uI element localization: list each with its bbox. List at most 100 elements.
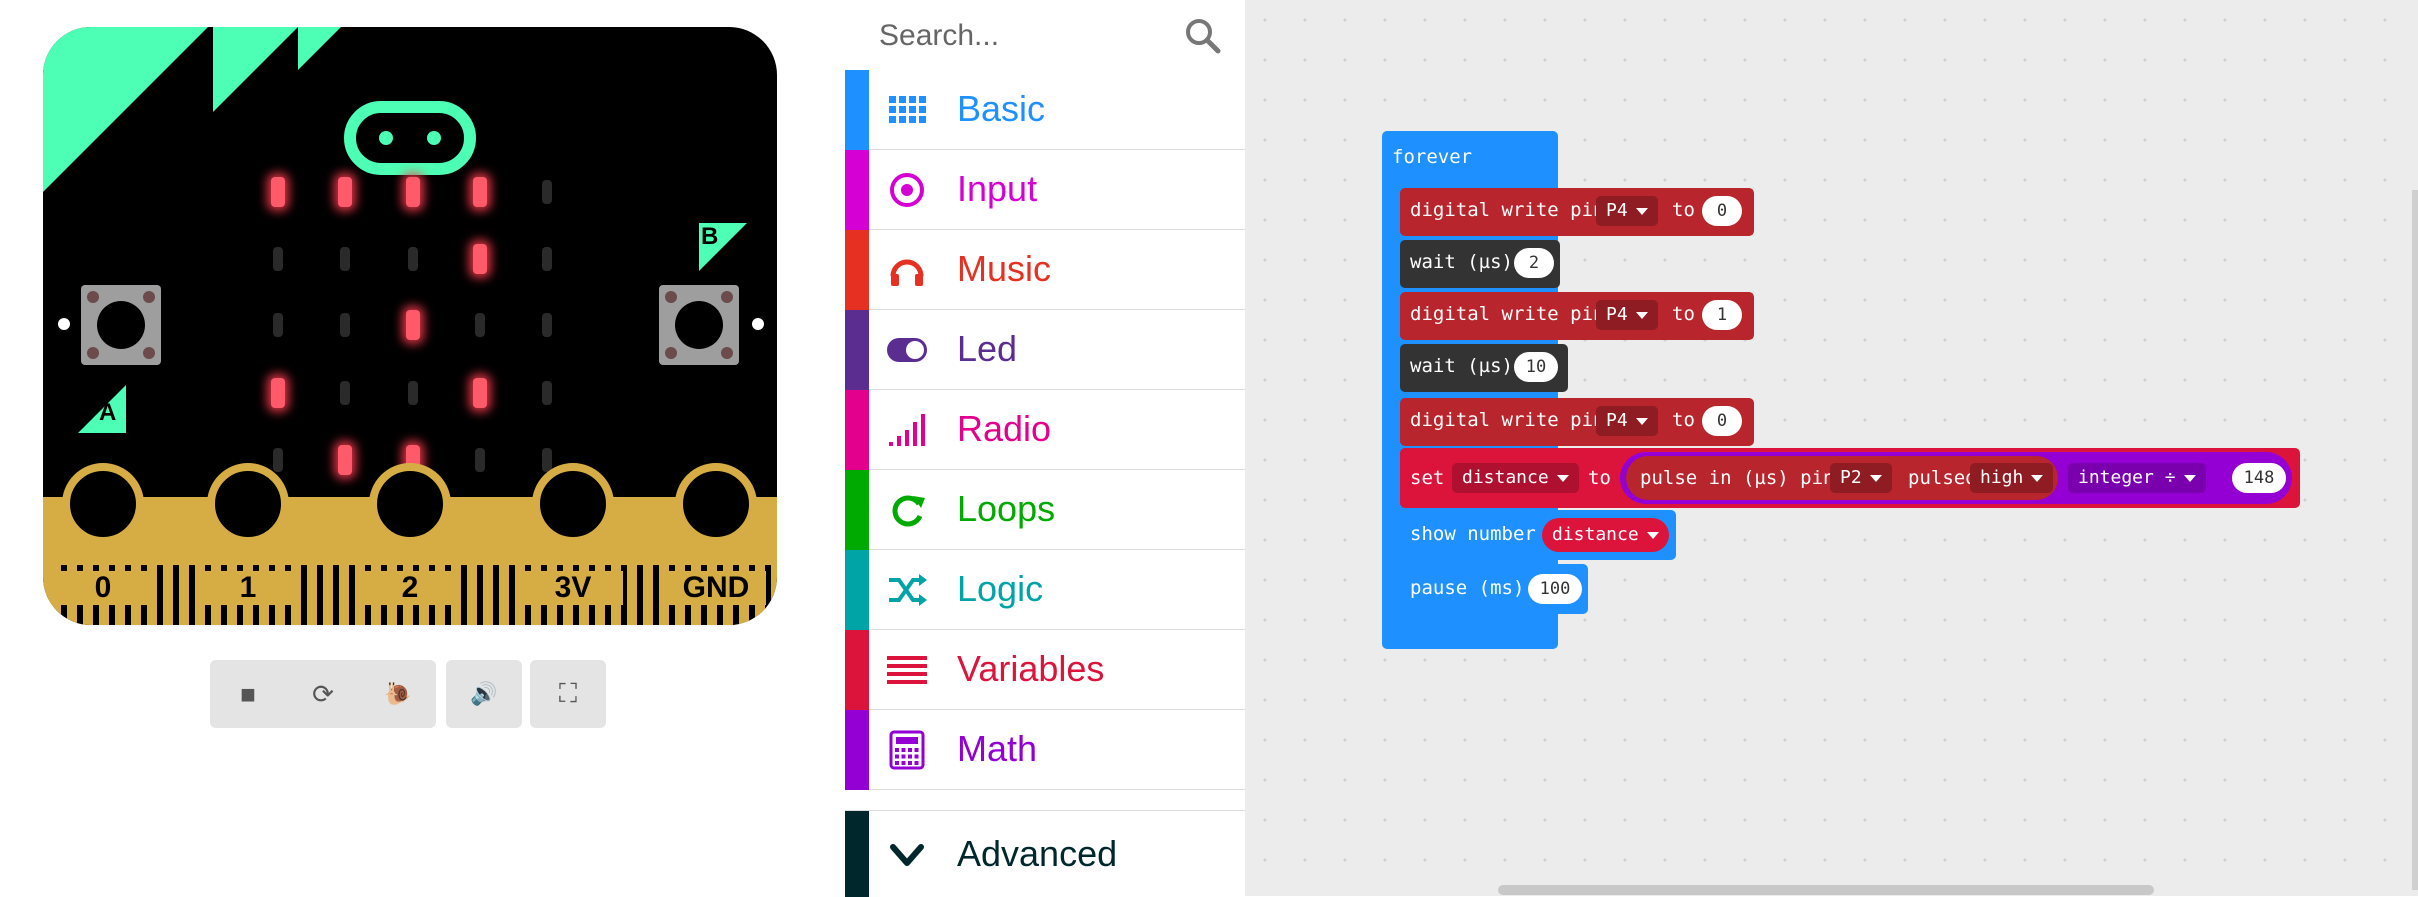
category-label: Loops	[957, 488, 1056, 529]
category-color-bar	[845, 550, 869, 630]
pin-1-hole[interactable]	[207, 463, 289, 545]
divisor-input[interactable]: 148	[2232, 463, 2286, 493]
category-led[interactable]: Led	[845, 310, 1245, 390]
edge-stripe	[493, 565, 499, 625]
stop-button[interactable]: ■	[232, 678, 264, 710]
category-loops[interactable]: Loops	[845, 470, 1245, 550]
category-label: Input	[957, 168, 1038, 209]
restart-button[interactable]: ⟳	[307, 678, 339, 710]
edge-stripe	[173, 565, 179, 625]
variable-dropdown[interactable]: distance	[1452, 463, 1579, 493]
slow-motion-button[interactable]: 🐌	[382, 678, 414, 710]
pulse-in-block[interactable]: pulse in (µs) pin P2 pulsed high	[1626, 456, 2058, 500]
list-icon	[887, 656, 927, 684]
edge-stripe	[189, 565, 195, 625]
category-advanced[interactable]: Advanced	[845, 810, 1245, 897]
to-label: to	[1672, 199, 1695, 221]
digital-write-block-3[interactable]: digital write pin P4 to 0	[1400, 398, 1754, 446]
category-color-bar	[845, 390, 869, 470]
pin-dropdown[interactable]: P4	[1596, 406, 1658, 436]
category-input[interactable]: Input	[845, 150, 1245, 230]
category-music[interactable]: Music	[845, 230, 1245, 310]
show-number-block[interactable]: show number distance	[1400, 510, 1676, 560]
edge-stripe	[349, 565, 355, 625]
wait-us-block-1[interactable]: wait (µs) 2	[1400, 240, 1560, 288]
category-basic[interactable]: Basic	[845, 70, 1245, 150]
led-0-4	[542, 180, 552, 204]
category-logic[interactable]: Logic	[845, 550, 1245, 630]
pin-3-hole[interactable]	[532, 463, 614, 545]
pin-label: 2	[360, 571, 460, 605]
pulse-pin-value: P2	[1840, 467, 1862, 488]
forever-label: forever	[1392, 146, 1473, 168]
category-label: Radio	[957, 408, 1052, 449]
edge-stripe	[301, 565, 307, 625]
led-0-3	[473, 177, 487, 207]
led-3-4	[542, 381, 552, 405]
value-input[interactable]: 2	[1514, 248, 1554, 278]
variable-reporter[interactable]: distance	[1542, 518, 1669, 552]
variable-value: distance	[1462, 467, 1549, 488]
digital-write-block-1[interactable]: digital write pin P4 to 0	[1400, 188, 1754, 236]
to-label: to	[1672, 409, 1695, 431]
pin-value: P4	[1606, 410, 1628, 431]
pin-2-hole[interactable]	[369, 463, 451, 545]
digital-write-block-2[interactable]: digital write pin P4 to 1	[1400, 292, 1754, 340]
pin-dropdown[interactable]: P4	[1596, 196, 1658, 226]
pulse-level-dropdown[interactable]: high	[1970, 463, 2054, 493]
headphones-icon	[890, 259, 924, 286]
wait-label: wait (µs)	[1410, 355, 1513, 377]
variable-value: distance	[1552, 524, 1639, 545]
category-color-bar	[845, 70, 869, 150]
vertical-scrollbar[interactable]	[2412, 190, 2418, 890]
led-2-3	[475, 313, 485, 337]
blocks-workspace[interactable]: forever digital write pin P4 to 0 wait (…	[1245, 0, 2418, 896]
value-input[interactable]: 10	[1514, 352, 1558, 382]
value-input[interactable]: 100	[1528, 574, 1582, 604]
button-b-label: B	[701, 223, 719, 250]
button-b[interactable]	[659, 285, 739, 365]
edge-stripe	[653, 565, 659, 625]
fullscreen-button[interactable]: ⛶	[552, 678, 584, 710]
shuffle-icon	[889, 574, 927, 606]
digital-write-label: digital write pin	[1410, 409, 1605, 431]
board-side-dot-left	[58, 318, 70, 330]
value-input[interactable]: 0	[1702, 406, 1742, 436]
category-label: Music	[957, 248, 1052, 289]
category-label: Logic	[957, 568, 1044, 609]
simulator-panel: A B 0 1 2 3V GND ■ ⟳ 🐌 🔊 ⛶	[0, 0, 845, 896]
wait-label: wait (µs)	[1410, 251, 1513, 273]
microbit-logo-icon	[344, 101, 476, 175]
pin-label: GND	[666, 571, 766, 605]
edge-stripe	[157, 565, 163, 625]
led-1-4	[542, 247, 552, 271]
led-1-2	[408, 247, 418, 271]
button-a[interactable]	[81, 285, 161, 365]
category-label: Basic	[957, 88, 1046, 129]
pin-value: P4	[1606, 200, 1628, 221]
board-side-dot-right	[752, 318, 764, 330]
set-variable-block[interactable]: set distance to pulse in (µs) pin P2 pul…	[1400, 448, 2300, 508]
value-input[interactable]: 0	[1702, 196, 1742, 226]
wait-us-block-2[interactable]: wait (µs) 10	[1400, 344, 1568, 392]
horizontal-scrollbar[interactable]	[1498, 885, 2154, 895]
search-input[interactable]	[877, 10, 1181, 62]
led-2-0	[273, 313, 283, 337]
category-math[interactable]: Math	[845, 710, 1245, 790]
search-icon[interactable]	[1183, 16, 1223, 56]
sound-button[interactable]: 🔊	[468, 678, 500, 710]
operator-dropdown[interactable]: integer ÷	[2068, 463, 2206, 493]
pulse-pin-dropdown[interactable]: P2	[1830, 463, 1892, 493]
show-number-label: show number	[1410, 523, 1536, 545]
pause-block[interactable]: pause (ms) 100	[1400, 564, 1588, 614]
pin-4-hole[interactable]	[675, 463, 757, 545]
category-radio[interactable]: Radio	[845, 390, 1245, 470]
edge-stripe	[333, 565, 339, 625]
pin-dropdown[interactable]: P4	[1596, 300, 1658, 330]
pulse-in-label: pulse in (µs) pin	[1640, 467, 1835, 489]
category-variables[interactable]: Variables	[845, 630, 1245, 710]
value-input[interactable]: 1	[1702, 300, 1742, 330]
pin-0-hole[interactable]	[62, 463, 144, 545]
led-2-4	[542, 313, 552, 337]
edge-stripe	[461, 565, 467, 625]
